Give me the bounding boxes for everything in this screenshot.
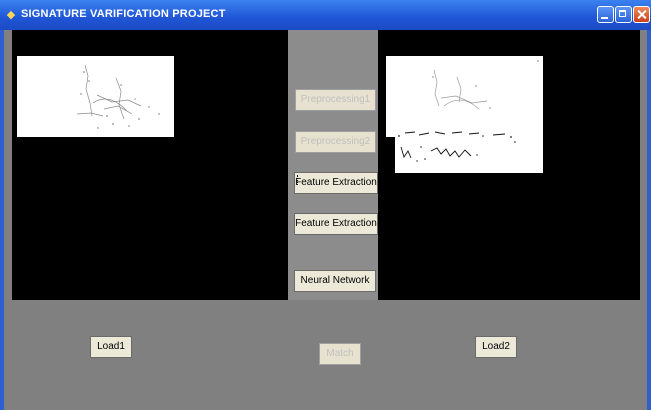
feature-extraction-2-button[interactable]: Feature Extraction — [294, 213, 378, 235]
close-button[interactable] — [633, 6, 650, 23]
neural-network-button[interactable]: Neural Network — [294, 270, 376, 292]
title-bar[interactable]: ◆ SIGNATURE VARIFICATION PROJECT — [0, 0, 651, 30]
focus-indicator — [297, 175, 301, 185]
maximize-button[interactable] — [615, 6, 632, 23]
minimize-button[interactable] — [597, 6, 614, 23]
feature-extraction-1-button[interactable]: Feature Extraction — [294, 172, 378, 194]
load1-button[interactable]: Load1 — [90, 336, 132, 358]
match-button[interactable]: Match — [319, 343, 361, 365]
left-signature-image — [17, 56, 174, 137]
java-app-icon: ◆ — [6, 9, 16, 21]
center-button-column — [288, 30, 378, 300]
application-window: ◆ SIGNATURE VARIFICATION PROJECT Preproc… — [0, 0, 651, 410]
right-signature-image-bottom — [395, 109, 543, 173]
load2-button[interactable]: Load2 — [475, 336, 517, 358]
window-title: SIGNATURE VARIFICATION PROJECT — [21, 8, 226, 20]
preprocessing2-button[interactable]: Preprocessing2 — [295, 131, 376, 153]
preprocessing1-button[interactable]: Preprocessing1 — [295, 89, 376, 111]
